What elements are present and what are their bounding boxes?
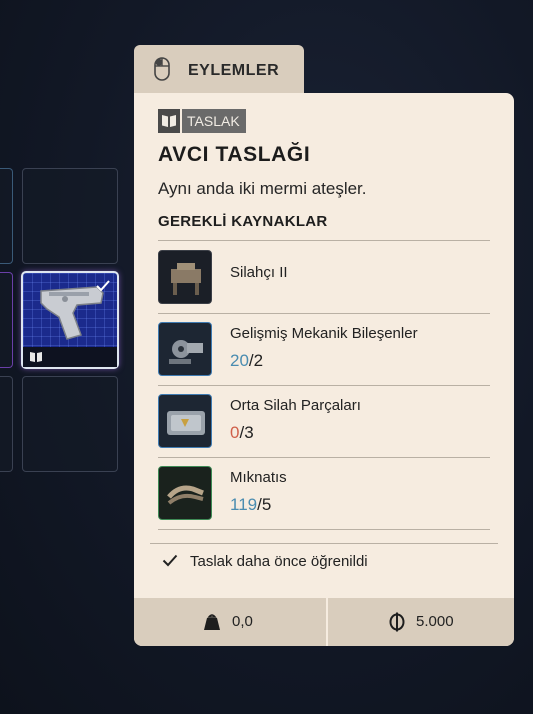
resource-have: 119	[230, 495, 258, 514]
resource-count: 0/3	[230, 423, 254, 443]
inventory-slot[interactable]	[0, 376, 13, 472]
resource-row[interactable]: Mıknatıs 119/5	[158, 458, 490, 528]
blueprint-tooltip-panel: TASLAK AVCI TASLAĞI Aynı anda iki mermi …	[134, 93, 514, 646]
resource-need: 5	[261, 495, 272, 514]
check-icon	[96, 280, 110, 292]
inventory-slot[interactable]	[0, 272, 13, 368]
price-value: 5.000	[416, 613, 454, 630]
inventory-slot-selected[interactable]	[21, 271, 119, 369]
divider	[158, 529, 490, 530]
inventory-slot[interactable]	[22, 168, 118, 264]
resource-name: Silahçı II	[230, 264, 288, 281]
weapon-parts-case-icon	[158, 394, 212, 448]
check-icon	[162, 554, 178, 567]
book-icon	[158, 109, 180, 133]
inventory-slot[interactable]	[0, 168, 13, 264]
weight-value: 0,0	[232, 613, 253, 630]
tab-label: EYLEMLER	[188, 62, 280, 79]
resource-row[interactable]: Orta Silah Parçaları 0/3	[158, 386, 490, 456]
resource-need: 2	[253, 351, 264, 370]
resource-need: 3	[244, 423, 254, 442]
item-title: AVCI TASLAĞI	[158, 143, 311, 166]
footer-divider	[326, 598, 328, 646]
resource-row[interactable]: Silahçı II	[158, 242, 490, 312]
coin-icon	[389, 612, 405, 632]
divider	[158, 240, 490, 241]
blueprint-badge: TASLAK	[158, 109, 246, 133]
item-description: Aynı anda iki mermi ateşler.	[158, 179, 367, 198]
actions-tab[interactable]: EYLEMLER	[134, 45, 304, 95]
inventory-slot[interactable]	[22, 376, 118, 472]
learned-text: Taslak daha önce öğrenildi	[190, 553, 368, 570]
tooltip-footer: 0,0 5.000	[134, 598, 514, 646]
mechanical-parts-icon	[158, 322, 212, 376]
resource-row[interactable]: Gelişmiş Mekanik Bileşenler 20/2	[158, 314, 490, 384]
required-resources-heading: GEREKLİ KAYNAKLAR	[158, 213, 328, 230]
resource-count: 119/5	[230, 495, 271, 515]
magnet-icon	[158, 466, 212, 520]
resource-name: Orta Silah Parçaları	[230, 397, 361, 414]
resource-have: 20	[230, 351, 249, 370]
resource-name: Mıknatıs	[230, 469, 287, 486]
blueprint-book-icon	[30, 352, 42, 362]
workbench-icon	[158, 250, 212, 304]
resource-name: Gelişmiş Mekanik Bileşenler	[230, 325, 418, 342]
divider	[150, 543, 498, 544]
resource-count: 20/2	[230, 351, 263, 371]
weight-icon	[204, 614, 220, 630]
badge-label: TASLAK	[182, 109, 246, 133]
mouse-icon	[154, 57, 170, 81]
